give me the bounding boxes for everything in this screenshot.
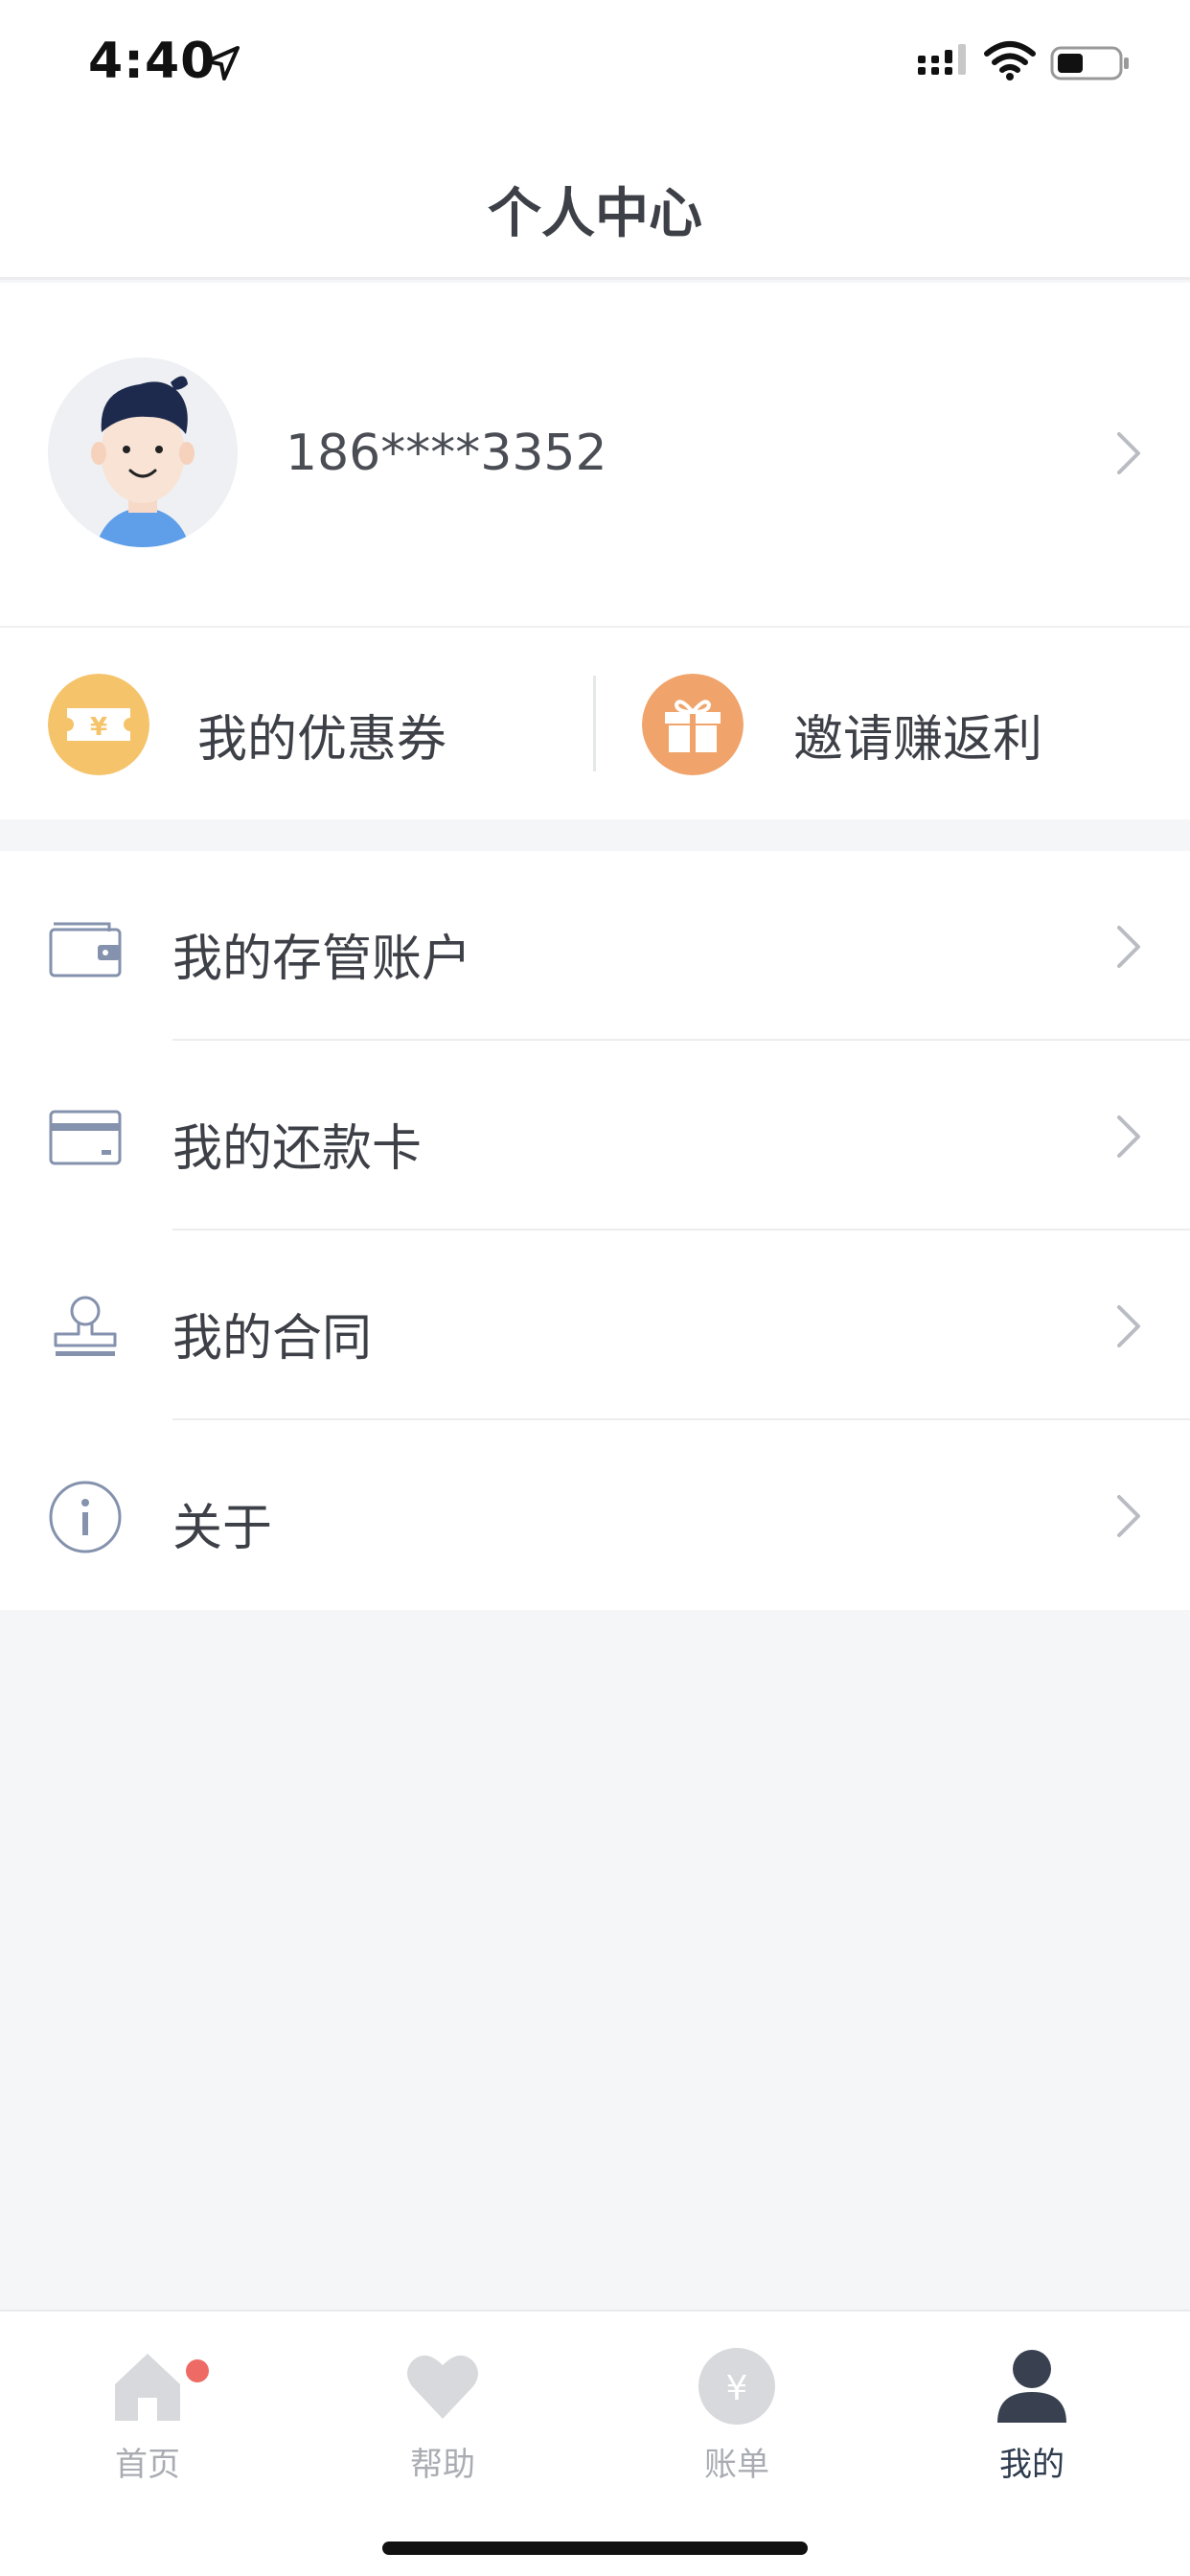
home-icon xyxy=(115,2354,180,2421)
avatar[interactable] xyxy=(48,357,238,547)
quick-actions: ¥ 我的优惠券 邀请赚返利 xyxy=(0,628,1190,819)
tab-label: 首页 xyxy=(115,2446,180,2484)
status-time: 4:40 xyxy=(88,33,217,90)
profile-row[interactable]: 186****3352 xyxy=(0,283,1190,628)
tab-label: 账单 xyxy=(704,2446,769,2484)
coupon-button[interactable]: ¥ 我的优惠券 xyxy=(48,674,546,775)
coupon-icon: ¥ xyxy=(48,674,149,775)
menu-item-about[interactable]: 关于 xyxy=(0,1420,1190,1610)
location-arrow-icon xyxy=(205,46,240,80)
tab-help[interactable]: 帮助 xyxy=(356,2331,529,2484)
battery-icon xyxy=(1050,46,1129,80)
gift-icon xyxy=(642,674,744,775)
chevron-right-icon xyxy=(1117,432,1140,474)
bank-card-icon xyxy=(49,1110,122,1165)
menu-item-label: 我的还款卡 xyxy=(172,1120,423,1178)
menu-item-repayment-card[interactable]: 我的还款卡 xyxy=(0,1041,1190,1230)
avatar-illustration xyxy=(91,376,195,547)
invite-label: 邀请赚返利 xyxy=(793,711,1043,769)
chevron-right-icon xyxy=(1117,1116,1140,1158)
status-bar: 4:40 xyxy=(0,0,1190,126)
heart-icon xyxy=(407,2355,478,2419)
tab-label: 我的 xyxy=(999,2446,1064,2484)
menu-item-label: 我的存管账户 xyxy=(172,931,472,988)
screen: 4:40 个人中心 186****3352 ¥ 我的优惠券 邀请赚返利 我的存管… xyxy=(0,0,1190,2576)
info-icon xyxy=(49,1481,122,1553)
menu-item-custody-account[interactable]: 我的存管账户 xyxy=(0,851,1190,1041)
wifi-icon xyxy=(984,41,1036,80)
tab-label: 帮助 xyxy=(410,2446,475,2484)
phone-number: 186****3352 xyxy=(286,425,607,482)
menu-item-label: 我的合同 xyxy=(172,1310,373,1368)
tab-bill[interactable]: ¥ 账单 xyxy=(651,2331,823,2484)
nav-header: 个人中心 xyxy=(0,126,1190,280)
person-icon xyxy=(997,2350,1066,2423)
divider xyxy=(593,676,596,771)
home-indicator[interactable] xyxy=(382,2542,808,2555)
svg-text:¥: ¥ xyxy=(726,2369,748,2408)
menu-item-label: 关于 xyxy=(172,1500,273,1557)
tab-bar: 首页 帮助 ¥ 账单 我的 xyxy=(0,2310,1190,2576)
tab-mine[interactable]: 我的 xyxy=(946,2331,1118,2484)
yuan-icon: ¥ xyxy=(698,2348,775,2425)
notification-badge xyxy=(186,2359,209,2382)
coupon-label: 我的优惠券 xyxy=(197,711,447,769)
chevron-right-icon xyxy=(1117,926,1140,968)
invite-button[interactable]: 邀请赚返利 xyxy=(642,674,1140,775)
wallet-icon xyxy=(49,922,122,978)
chevron-right-icon xyxy=(1117,1495,1140,1537)
menu-list: 我的存管账户 我的还款卡 我的合同 关于 xyxy=(0,851,1190,1610)
svg-text:¥: ¥ xyxy=(90,713,107,742)
page-title: 个人中心 xyxy=(488,183,702,245)
menu-item-contract[interactable]: 我的合同 xyxy=(0,1230,1190,1420)
tab-home[interactable]: 首页 xyxy=(61,2331,234,2484)
chevron-right-icon xyxy=(1117,1305,1140,1347)
stamp-icon xyxy=(54,1296,117,1356)
cellular-signal-icon xyxy=(918,44,966,75)
